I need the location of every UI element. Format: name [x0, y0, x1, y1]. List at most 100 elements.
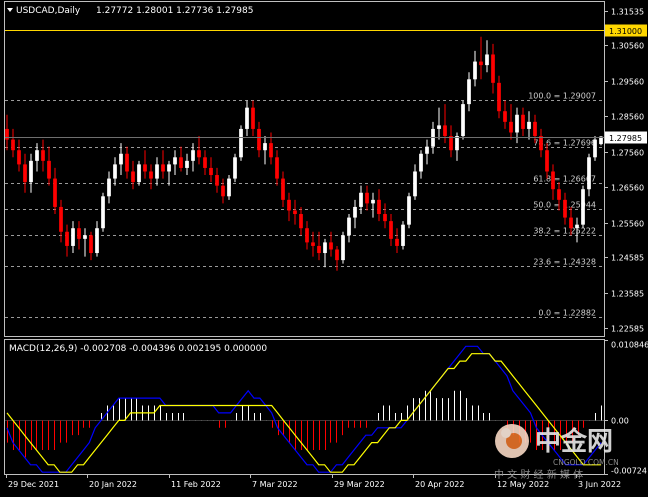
candle-body [491, 54, 495, 83]
candle-body [155, 164, 159, 179]
candle-body [287, 199, 291, 211]
chart-window: USDCAD,Daily 1.27772 1.28001 1.27736 1.2… [0, 0, 648, 493]
candle-body [227, 178, 231, 197]
price-axis: 1.31535 1.30560 1.29560 1.28560 1.27560 1.265… [5, 8, 647, 334]
candle-body [341, 235, 345, 261]
candle-body [35, 150, 39, 161]
price-tick-label: 1.27560 [611, 149, 644, 158]
candle-body [305, 228, 309, 243]
candle-body [443, 125, 447, 137]
price-tick-label: 1.31535 [611, 8, 644, 17]
candle-body [557, 189, 561, 200]
candle-body [119, 153, 123, 165]
candle-body [353, 206, 357, 218]
candle-body [467, 79, 471, 105]
price-tick-label: 1.29560 [611, 78, 644, 87]
candle-body [131, 171, 135, 183]
watermark-slogan: 中 文 财 经 新 媒 体 [494, 468, 583, 481]
candle-body [545, 150, 549, 172]
fibonacci-levels: 100.0 = 1.2900778.6 = 1.2769661.8 = 1.26… [5, 92, 604, 318]
candle-body [389, 221, 393, 239]
candle-body [563, 199, 567, 218]
watermark-brand: 中金网 [535, 426, 613, 457]
candle-body [329, 242, 333, 250]
candle-body [71, 228, 75, 246]
candle-body [185, 160, 189, 168]
candle-body [149, 171, 153, 179]
candle-body [233, 157, 237, 179]
candle-body [53, 178, 57, 207]
candle-body [371, 199, 375, 204]
candle-body [473, 61, 477, 80]
price-tick-label: 1.24585 [611, 254, 644, 263]
candle-body [113, 164, 117, 179]
candle-body [239, 128, 243, 158]
watermark-domain: CNGOLD.COM.CN [553, 458, 619, 467]
collapse-triangle-icon[interactable] [7, 8, 13, 12]
candle-body [539, 136, 543, 151]
candle-body [365, 192, 369, 204]
candle-body [455, 136, 459, 151]
time-tick-label: 11 Feb 2022 [171, 480, 221, 489]
candle-body [437, 125, 441, 129]
candle-body [251, 107, 255, 129]
candle-body [551, 171, 555, 190]
candle-body [95, 228, 99, 254]
candle-body [257, 128, 261, 151]
candle-body [533, 121, 537, 137]
candle-body [395, 238, 399, 246]
candle-body [89, 235, 93, 254]
candle-body [515, 114, 519, 133]
current-price-label: 1.27985 [609, 134, 642, 143]
price-tick-label: 1.28560 [611, 113, 644, 122]
fib-label: 100.0 = 1.29007 [528, 92, 596, 101]
time-tick-label: 3 Jun 2022 [578, 480, 621, 489]
candle-body [293, 210, 297, 215]
candle-body [29, 160, 33, 183]
fib-label: 38.2 = 1.25222 [533, 227, 596, 236]
candle-body [323, 242, 327, 254]
macd-axis-label: 0.010846 [611, 341, 648, 350]
candle-body [587, 157, 591, 190]
candle-body [335, 249, 339, 261]
fib-label: 61.8 = 1.26667 [533, 175, 596, 184]
candle-body [413, 171, 417, 197]
candle-body [107, 178, 111, 197]
chart-svg: USDCAD,Daily 1.27772 1.28001 1.27736 1.2… [4, 1, 648, 489]
candle-body [197, 150, 201, 158]
macd-axis-label: -0.00724 [611, 467, 647, 476]
candle-body [209, 167, 213, 176]
candle-body [65, 231, 69, 246]
candle-body [569, 217, 573, 229]
macd-label: MACD(12,26,9) -0.002708 -0.004396 0.0021… [9, 344, 267, 354]
time-tick-label: 20 Jan 2022 [89, 480, 137, 489]
candle-body [245, 107, 249, 129]
candle-body [215, 175, 219, 186]
level-line-label: 1.31000 [609, 27, 642, 36]
candle-body [401, 224, 405, 246]
candle-body [41, 150, 45, 161]
candle-body [11, 139, 15, 151]
price-tick-label: 1.25560 [611, 220, 644, 229]
candle-body [419, 153, 423, 172]
price-tick-label: 1.26560 [611, 184, 644, 193]
candle-body [407, 196, 411, 225]
ohlc-label: 1.27772 1.28001 1.27736 1.27985 [96, 6, 253, 16]
candle-body [143, 164, 147, 172]
candle-body [101, 196, 105, 229]
candle-body [383, 214, 387, 222]
candle-body [575, 224, 579, 229]
candle-body [425, 146, 429, 154]
candle-body [203, 157, 207, 168]
time-tick-label: 12 May 2022 [497, 480, 549, 489]
candle-body [359, 192, 363, 207]
candle-body [497, 82, 501, 112]
candle-body [47, 160, 51, 179]
candle-body [377, 199, 381, 215]
candle-body [509, 121, 513, 133]
candle-body [527, 121, 531, 129]
candle-body [269, 143, 273, 158]
fib-label: 0.0 = 1.22882 [538, 309, 596, 318]
candle-body [191, 150, 195, 161]
candle-body [83, 235, 87, 239]
